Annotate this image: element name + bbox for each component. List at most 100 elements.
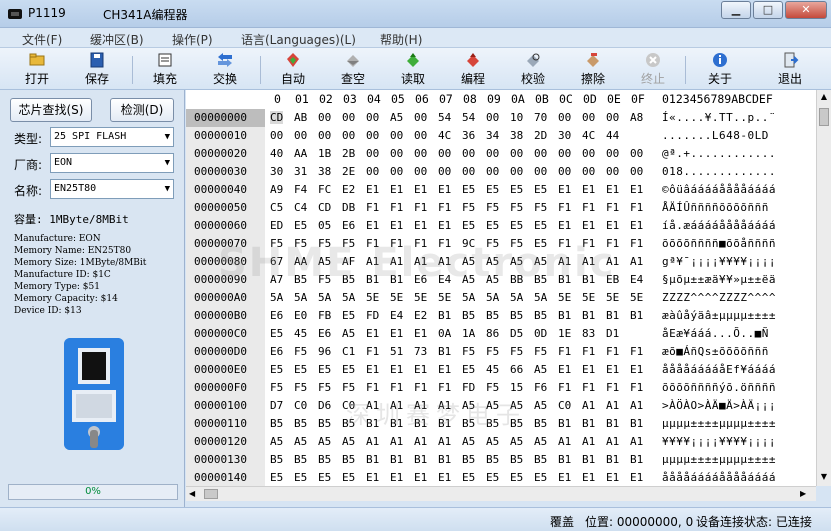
hex-byte[interactable]: E5 [534,471,547,484]
hex-byte[interactable]: 96 [318,345,331,358]
hex-byte[interactable]: E5 [486,219,499,232]
scroll-left-icon[interactable]: ◀ [189,489,195,498]
hex-byte[interactable]: 00 [534,165,547,178]
hex-byte[interactable]: A1 [606,435,619,448]
hex-byte[interactable]: B5 [318,417,331,430]
hex-byte[interactable]: E5 [318,471,331,484]
hex-byte[interactable]: A5 [486,435,499,448]
hex-byte[interactable]: 00 [318,129,331,142]
hex-byte[interactable]: B1 [582,309,595,322]
hex-byte[interactable]: E5 [462,363,475,376]
hex-byte[interactable]: 00 [390,129,403,142]
hex-byte[interactable]: F1 [582,201,595,214]
program-button[interactable]: 编程 [448,50,498,88]
hex-byte[interactable]: E0 [294,309,307,322]
hex-byte[interactable]: F5 [342,381,355,394]
hex-byte[interactable]: A5 [390,111,403,124]
hex-byte[interactable]: 00 [606,165,619,178]
hex-byte[interactable]: A5 [294,435,307,448]
hex-byte[interactable]: 5A [462,291,475,304]
vendor-select[interactable]: EON ▼ [50,153,174,173]
hex-byte[interactable]: 5E [366,291,379,304]
hex-byte[interactable]: 66 [510,363,523,376]
hex-byte[interactable]: E4 [390,309,403,322]
hex-byte[interactable]: B1 [582,417,595,430]
hex-byte[interactable]: 00 [462,165,475,178]
hex-byte[interactable]: 00 [414,129,427,142]
hex-byte[interactable]: 2B [342,147,355,160]
hex-byte[interactable]: 54 [462,111,475,124]
hex-byte[interactable]: 5A [486,291,499,304]
hex-byte[interactable]: 00 [510,165,523,178]
hex-byte[interactable]: 70 [534,111,547,124]
hex-byte[interactable]: B1 [558,453,571,466]
hex-byte[interactable]: A1 [390,435,403,448]
hex-byte[interactable]: 5E [438,291,451,304]
hex-byte[interactable]: B5 [486,453,499,466]
find-chip-button[interactable]: 芯片查找(S) [10,98,92,122]
hex-byte[interactable]: B5 [294,417,307,430]
name-select[interactable]: EN25T80 ▼ [50,179,174,199]
hex-byte[interactable]: A1 [558,435,571,448]
hex-byte[interactable]: A5 [534,399,547,412]
hex-byte[interactable]: 40 [270,147,283,160]
hex-byte[interactable]: 00 [342,111,355,124]
hex-byte[interactable]: F1 [606,381,619,394]
hex-byte[interactable]: E2 [342,183,355,196]
hex-byte[interactable]: B5 [534,417,547,430]
hex-byte[interactable]: E1 [390,471,403,484]
hex-byte[interactable]: E1 [366,183,379,196]
hex-byte[interactable]: E5 [534,219,547,232]
hex-byte[interactable]: B1 [630,417,643,430]
hex-byte[interactable]: A1 [438,435,451,448]
hex-byte[interactable]: B5 [318,453,331,466]
hex-byte[interactable]: F1 [366,345,379,358]
hex-byte[interactable]: 00 [630,165,643,178]
hex-byte[interactable]: B1 [582,453,595,466]
hex-byte[interactable]: F1 [558,201,571,214]
auto-button[interactable]: 自动 [268,50,318,88]
maximize-button[interactable]: □ [753,1,783,19]
hex-byte[interactable]: E5 [342,309,355,322]
hex-byte[interactable]: E1 [390,327,403,340]
hex-byte[interactable]: 0A [438,327,451,340]
hex-byte[interactable]: 36 [462,129,475,142]
hex-byte[interactable]: C1 [342,345,355,358]
hex-byte[interactable]: 00 [630,147,643,160]
hex-byte[interactable]: 00 [438,165,451,178]
hex-byte[interactable]: CD [270,111,284,124]
hex-byte[interactable]: 00 [414,111,427,124]
hex-byte[interactable]: E5 [462,471,475,484]
hex-byte[interactable]: E5 [294,219,307,232]
hex-byte[interactable]: E1 [390,183,403,196]
hex-byte[interactable]: B1 [630,309,643,322]
hex-byte[interactable]: 00 [366,165,379,178]
hex-byte[interactable]: E1 [414,219,427,232]
hex-byte[interactable]: E1 [366,219,379,232]
hex-byte[interactable]: E1 [582,183,595,196]
hex-byte[interactable]: 5A [510,291,523,304]
hex-byte[interactable]: F5 [486,201,499,214]
hex-byte[interactable]: DB [342,201,355,214]
vertical-scrollbar[interactable]: ▲ ▼ [816,90,831,486]
hex-byte[interactable]: F5 [318,381,331,394]
hex-byte[interactable]: A5 [534,435,547,448]
hex-byte[interactable]: 83 [582,327,595,340]
verify-button[interactable]: 校验 [508,50,558,88]
hex-byte[interactable]: FD [462,381,475,394]
hex-byte[interactable]: 51 [390,345,403,358]
hex-byte[interactable]: F1 [438,381,451,394]
hex-byte[interactable]: 30 [270,165,283,178]
menu-buffer[interactable]: 缓冲区(B) [90,31,144,48]
hex-byte[interactable]: A5 [510,435,523,448]
hex-byte[interactable]: E1 [390,219,403,232]
hex-byte[interactable]: B1 [438,345,451,358]
hex-byte[interactable]: 00 [390,165,403,178]
hex-byte[interactable]: F1 [582,345,595,358]
hex-byte[interactable]: E5 [510,471,523,484]
stop-button[interactable]: 终止 [628,50,678,88]
hex-byte[interactable]: C4 [294,201,307,214]
hex-byte[interactable]: E5 [270,327,283,340]
hex-byte[interactable]: F5 [510,201,523,214]
hex-byte[interactable]: E5 [318,363,331,376]
